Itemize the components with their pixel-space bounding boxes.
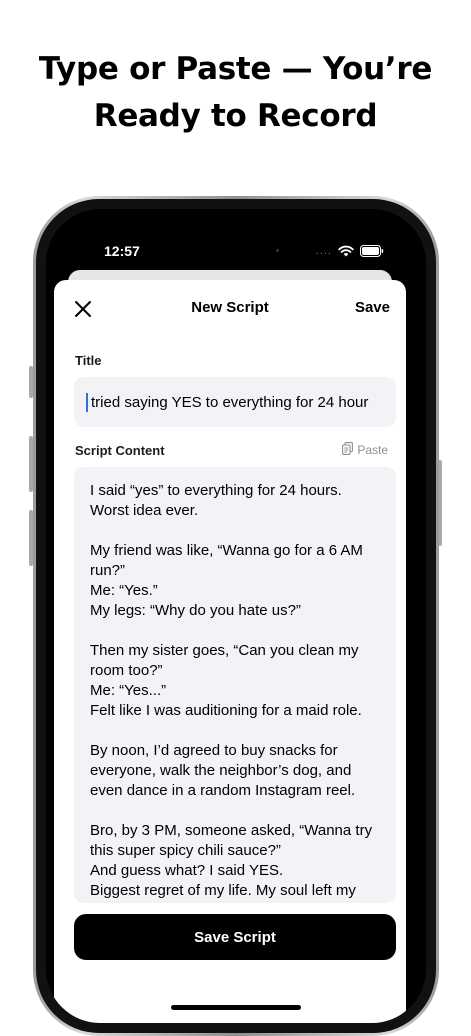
phone-bezel: 12:57 .... New Script Save Title tried s… (36, 199, 436, 1033)
title-label: Title (75, 353, 102, 368)
script-content-line: My friend was like, “Wanna go for a 6 AM (90, 542, 363, 559)
script-content-line: Me: “Yes.” (90, 582, 158, 599)
paste-label: Paste (357, 443, 388, 457)
headline-line-2: Ready to Record (93, 98, 378, 134)
script-content-text: I said “yes” to everything for 24 hours.… (90, 481, 382, 901)
headline-line-1: Type or Paste — You’re (38, 51, 433, 87)
script-content-line: My legs: “Why do you hate us?” (90, 602, 301, 619)
script-content-line: And guess what? I said YES. (90, 862, 284, 879)
phone-frame: 12:57 .... New Script Save Title tried s… (33, 196, 439, 1036)
script-content-line: Bro, by 3 PM, someone asked, “Wanna try (90, 822, 373, 839)
text-caret (86, 392, 88, 412)
script-content-label: Script Content (75, 443, 165, 458)
marketing-headline: Type or Paste — You’re Ready to Record (0, 46, 471, 140)
cellular-signal-icon: .... (315, 245, 332, 257)
script-content-line: Biggest regret of my life. My soul left … (90, 882, 356, 899)
script-content-line (90, 521, 382, 541)
page-title: New Script (191, 299, 269, 316)
status-icons: .... (316, 245, 384, 257)
script-content-line: even dance in a random Instagram reel. (90, 782, 356, 799)
battery-icon (360, 245, 384, 257)
title-field-value: tried saying YES to everything for 24 ho… (91, 393, 369, 411)
save-script-button[interactable]: Save Script (74, 914, 396, 960)
title-field[interactable]: tried saying YES to everything for 24 ho… (74, 377, 396, 427)
script-content-line (90, 621, 382, 641)
front-camera (276, 249, 279, 252)
script-content-line: run?” (90, 562, 126, 579)
home-indicator (171, 1005, 301, 1010)
script-content-line: I said “yes” to everything for 24 hours. (90, 482, 342, 499)
script-content-line: Worst idea ever. (90, 502, 199, 519)
script-content-line: Felt like I was auditioning for a maid r… (90, 702, 362, 719)
status-time: 12:57 (104, 243, 140, 259)
save-button[interactable]: Save (355, 299, 390, 316)
wifi-icon (338, 245, 354, 257)
script-content-line: everyone, walk the neighbor’s dog, and (90, 762, 352, 779)
paste-button[interactable]: Paste (342, 442, 388, 458)
clipboard-icon (342, 442, 354, 458)
phone-screen: 12:57 .... New Script Save Title tried s… (46, 209, 426, 1023)
script-content-line: Me: “Yes...” (90, 682, 167, 699)
script-content-line: room too?” (90, 662, 163, 679)
script-content-line (90, 801, 382, 821)
new-script-sheet: New Script Save Title tried saying YES t… (54, 280, 406, 1023)
script-content-line: this super spicy chili sauce?” (90, 842, 281, 859)
script-content-line: Then my sister goes, “Can you clean my (90, 642, 359, 659)
script-content-textarea[interactable]: I said “yes” to everything for 24 hours.… (74, 467, 396, 903)
script-content-line: By noon, I’d agreed to buy snacks for (90, 742, 338, 759)
script-content-line (90, 721, 382, 741)
